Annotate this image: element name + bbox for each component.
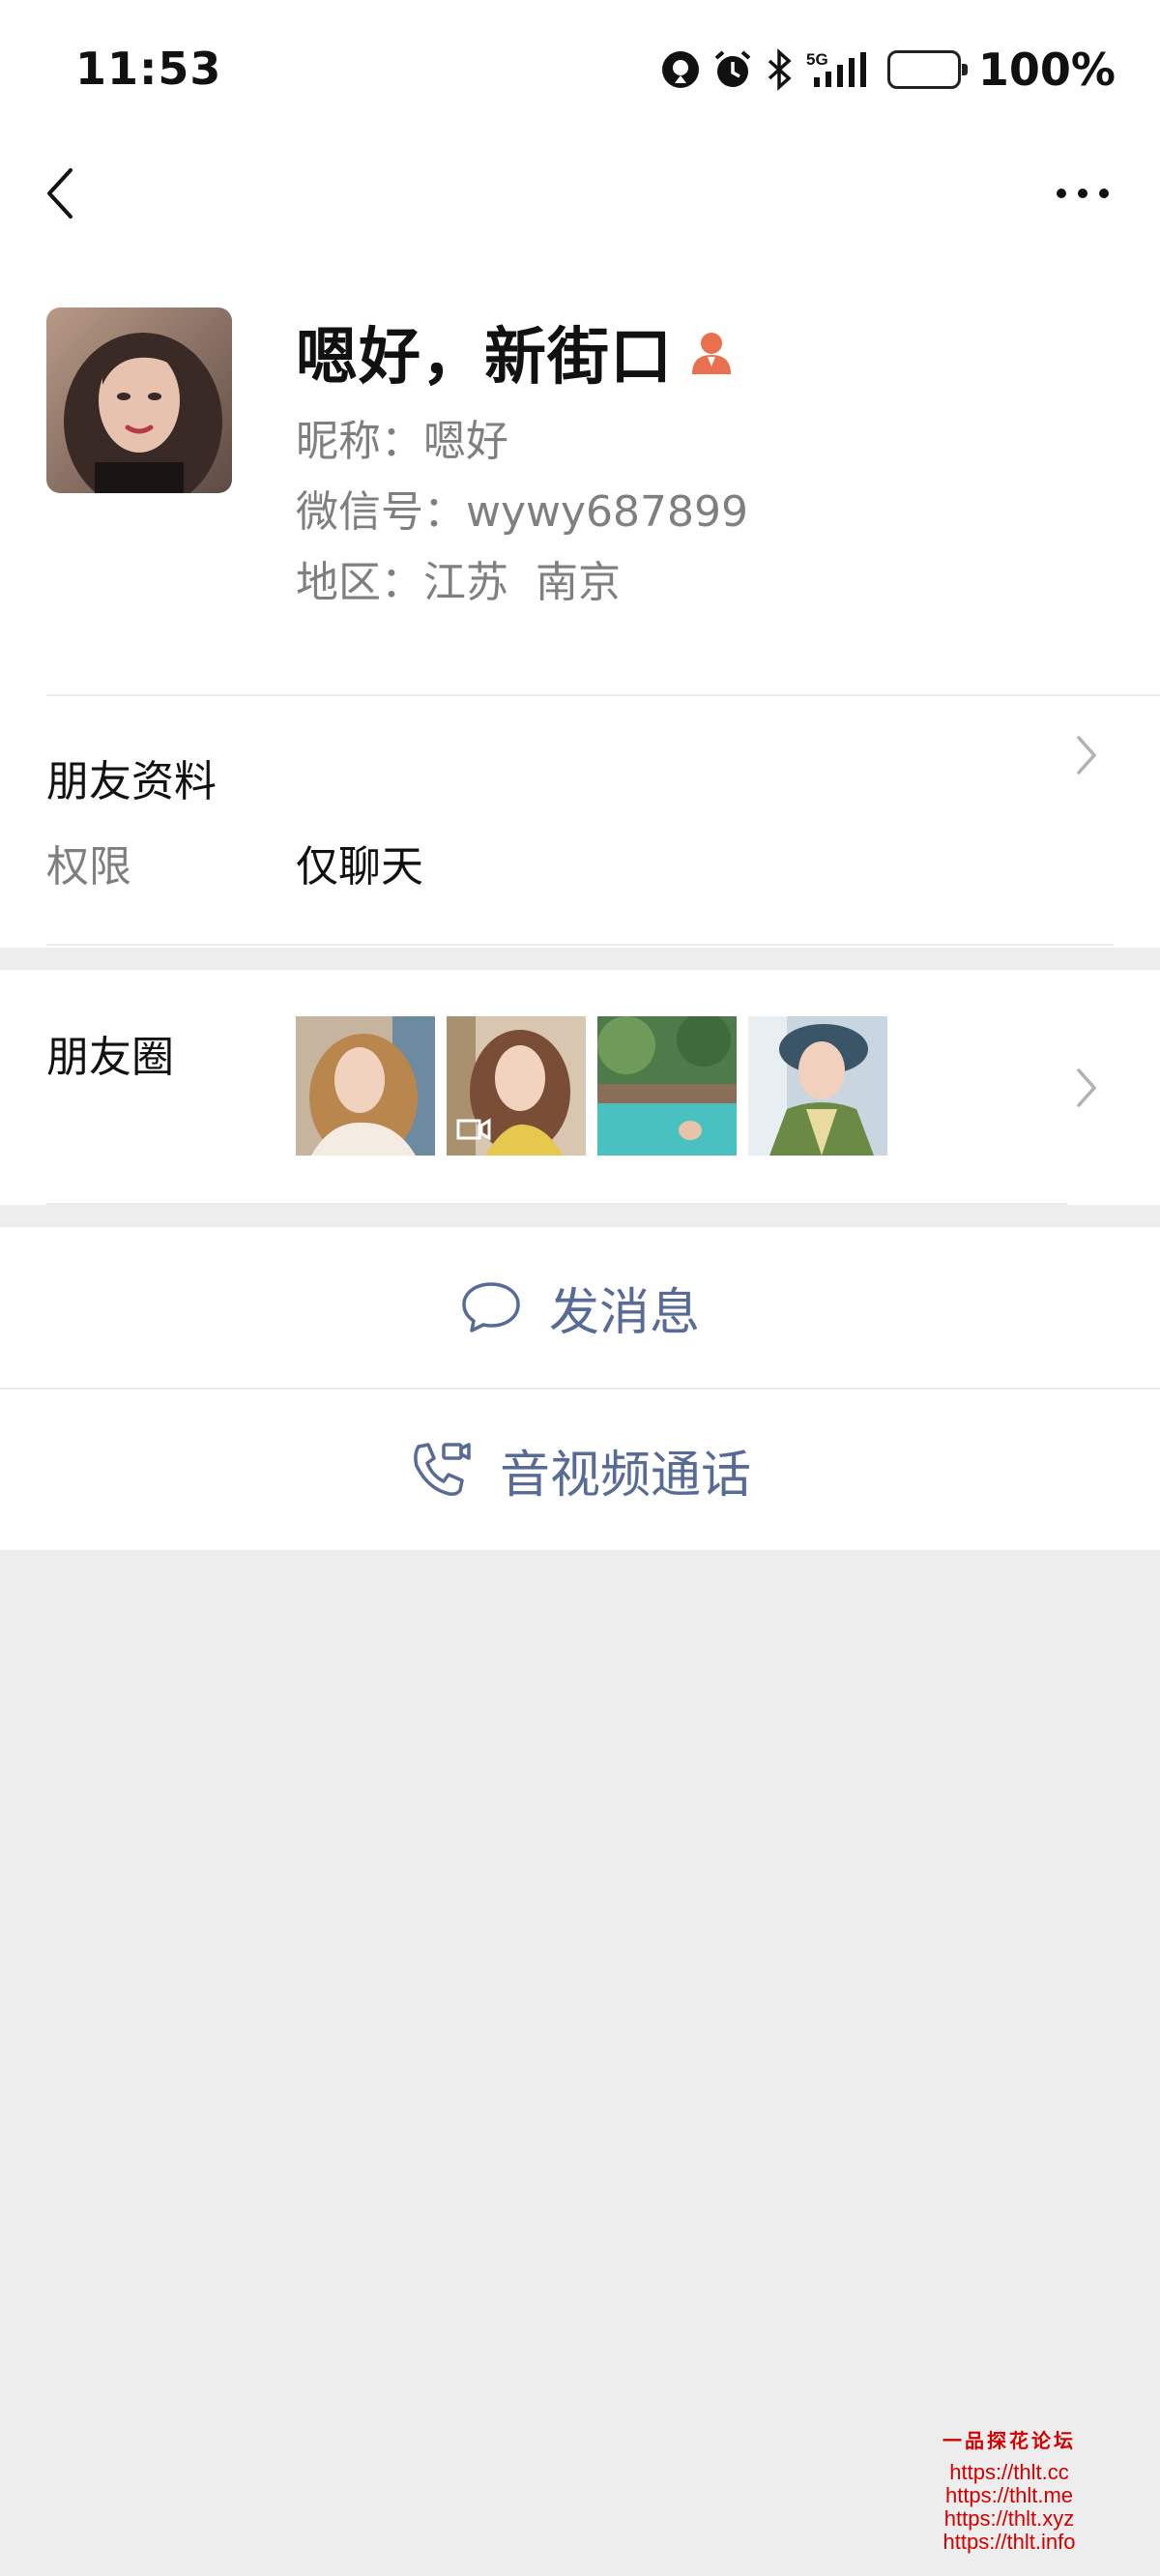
chevron-right-icon <box>1067 731 1106 779</box>
battery-percent: 100% <box>977 44 1116 96</box>
ellipsis-icon <box>1057 189 1109 198</box>
phone-video-icon <box>414 1443 471 1496</box>
region-value: 江苏 南京 <box>423 558 621 607</box>
region-label: 地区： <box>296 558 423 607</box>
wechat-id-value: wywy687899 <box>466 487 749 537</box>
avatar[interactable] <box>46 307 232 493</box>
moment-thumbnail-video[interactable] <box>447 1016 586 1156</box>
send-message-button[interactable]: 发消息 <box>0 1227 1160 1388</box>
svg-text:5G: 5G <box>806 50 828 69</box>
watermark-link: https://thlt.info <box>942 2530 1076 2554</box>
signal-5g-icon: 5G <box>804 48 872 91</box>
contact-profile-page: 11:53 5G 100% 嗯好，新街口 昵称：嗯好 微信号：wywy68789… <box>0 0 1160 2576</box>
wechat-id-label: 微信号： <box>296 487 466 537</box>
status-bar: 11:53 5G 100% <box>0 0 1160 140</box>
section-divider <box>46 944 1114 946</box>
status-icons: 5G 100% <box>659 43 1116 97</box>
chevron-right-icon <box>1067 1064 1106 1112</box>
moment-thumbnail[interactable] <box>597 1016 737 1156</box>
section-gap <box>0 948 1160 970</box>
region-line: 地区：江苏 南京 <box>296 547 621 609</box>
watermark-link: https://thlt.xyz <box>943 2506 1075 2531</box>
nickname-label: 昵称： <box>296 417 423 466</box>
chat-bubble-icon <box>462 1282 520 1332</box>
moments-label: 朋友圈 <box>46 1033 174 1082</box>
video-call-label: 音视频通话 <box>499 1446 751 1505</box>
more-options-button[interactable] <box>1044 160 1121 227</box>
section-divider <box>46 694 1160 696</box>
watermark-link: https://thlt.me <box>944 2483 1074 2507</box>
friend-info-title: 朋友资料 <box>46 757 217 806</box>
display-name: 嗯好，新街口 <box>296 322 673 394</box>
profile-header: 嗯好，新街口 昵称：嗯好 微信号：wywy687899 地区：江苏 南京 <box>0 251 1160 694</box>
watermark: 一品探花论坛 https://thlt.cc https://thlt.me h… <box>922 2425 1096 2554</box>
section-gap <box>0 1205 1160 1227</box>
display-name-row: 嗯好，新街口 <box>296 307 735 396</box>
friend-info-section[interactable]: 朋友资料 权限 仅聊天 <box>0 694 1160 948</box>
send-message-label: 发消息 <box>548 1283 700 1342</box>
battery-icon <box>886 50 968 89</box>
location-sharing-icon <box>659 48 702 91</box>
moment-thumbnail[interactable] <box>296 1016 435 1156</box>
permission-label: 权限 <box>46 842 131 892</box>
moment-thumbnail[interactable] <box>748 1016 887 1156</box>
nickname-value: 嗯好 <box>423 417 508 466</box>
status-time: 11:53 <box>75 43 222 95</box>
nav-bar <box>0 140 1160 251</box>
watermark-title: 一品探花论坛 <box>942 2429 1076 2452</box>
female-user-icon <box>688 328 735 376</box>
bluetooth-icon <box>764 48 795 91</box>
watermark-link: https://thlt.cc <box>949 2460 1069 2484</box>
permission-value: 仅聊天 <box>296 842 423 892</box>
wechat-id-line: 微信号：wywy687899 <box>296 477 748 539</box>
chevron-left-icon <box>47 168 72 219</box>
moments-section[interactable]: 朋友圈 <box>0 970 1160 1205</box>
video-call-button[interactable]: 音视频通话 <box>0 1390 1160 1550</box>
alarm-icon <box>711 48 754 91</box>
back-button[interactable] <box>33 160 87 227</box>
nickname-line: 昵称：嗯好 <box>296 406 508 468</box>
moments-thumbnails <box>296 1016 887 1156</box>
